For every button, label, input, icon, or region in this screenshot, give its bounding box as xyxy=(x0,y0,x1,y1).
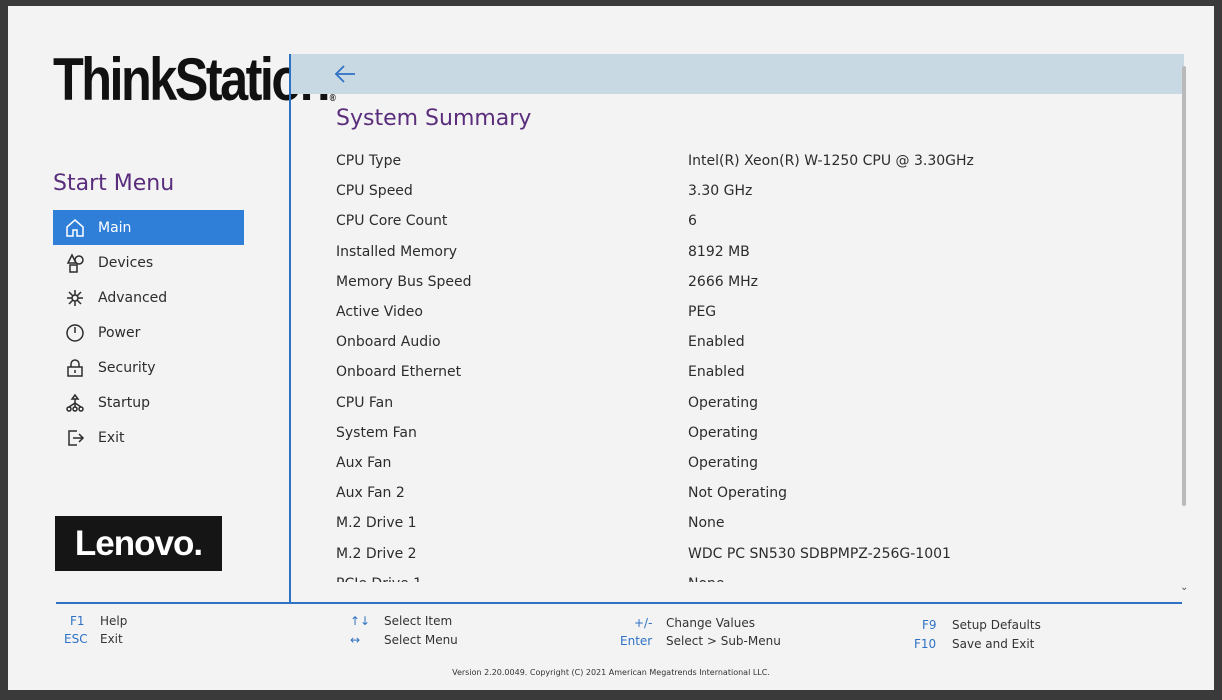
summary-row-value: Not Operating xyxy=(688,485,787,502)
summary-row-label: Memory Bus Speed xyxy=(336,273,472,290)
summary-row-value: None xyxy=(688,515,725,532)
back-arrow-icon[interactable] xyxy=(333,63,357,85)
power-icon xyxy=(63,321,87,345)
menu-item-label: Power xyxy=(98,324,141,341)
summary-row-label: PCIe Drive 1 xyxy=(336,576,688,582)
start-menu: Main Devices Advanced Power Security Sta… xyxy=(53,210,244,455)
summary-row: Installed Memory 8192 MB xyxy=(336,237,1166,267)
menu-item-advanced[interactable]: Advanced xyxy=(53,280,244,315)
summary-row-value: 6 xyxy=(688,213,697,230)
summary-row: Aux Fan Operating xyxy=(336,448,1166,478)
summary-row-label: Aux Fan 2 xyxy=(336,485,405,502)
summary-row-value: Enabled xyxy=(688,334,745,351)
summary-row-label: CPU Fan xyxy=(336,394,394,411)
lenovo-logo: Lenovo. xyxy=(55,516,222,571)
summary-row-value: WDC PC SN530 SDBPMPZ-256G-1001 xyxy=(688,545,951,562)
summary-row-label: Active Video xyxy=(336,304,423,321)
menu-item-devices[interactable]: Devices xyxy=(53,245,244,280)
vertical-divider xyxy=(289,54,291,602)
save-exit-hint: F10 Save and Exit xyxy=(914,637,1035,651)
lock-icon xyxy=(63,356,87,380)
summary-row-value: 8192 MB xyxy=(688,243,750,260)
summary-row: Onboard Audio Enabled xyxy=(336,327,1166,357)
summary-row-value: Operating xyxy=(688,424,758,441)
summary-row-label: Aux Fan xyxy=(336,454,392,471)
sub-menu-hint: Enter Select > Sub-Menu xyxy=(620,634,781,648)
startup-icon xyxy=(63,391,87,415)
menu-item-label: Main xyxy=(98,219,132,236)
summary-row-label: CPU Core Count xyxy=(336,213,448,230)
menu-item-exit[interactable]: Exit xyxy=(53,420,244,455)
scrollbar-thumb[interactable] xyxy=(1182,66,1186,506)
footer: F1 Help ESC Exit ↑↓ Select Item ↔ Select… xyxy=(8,606,1214,690)
summary-row: CPU Speed 3.30 GHz xyxy=(336,176,1166,206)
summary-row: CPU Core Count 6 xyxy=(336,206,1166,236)
summary-row-label: Onboard Ethernet xyxy=(336,364,462,381)
summary-list: CPU Type Intel(R) Xeon(R) W-1250 CPU @ 3.… xyxy=(336,146,1166,582)
summary-row-value: Operating xyxy=(688,394,758,411)
summary-row: Onboard Ethernet Enabled xyxy=(336,357,1166,387)
devices-icon xyxy=(63,251,87,275)
menu-item-label: Startup xyxy=(98,394,150,411)
summary-row: CPU Type Intel(R) Xeon(R) W-1250 CPU @ 3.… xyxy=(336,146,1166,176)
horizontal-divider xyxy=(56,602,1182,604)
home-icon xyxy=(63,216,87,240)
summary-row: M.2 Drive 2 WDC PC SN530 SDBPMPZ-256G-100… xyxy=(336,538,1166,568)
menu-item-label: Exit xyxy=(98,429,125,446)
summary-row-value: Intel(R) Xeon(R) W-1250 CPU @ 3.30GHz xyxy=(688,153,974,170)
summary-row: Active Video PEG xyxy=(336,297,1166,327)
summary-row-value: 2666 MHz xyxy=(688,273,759,290)
summary-row: PCIe Drive 1None xyxy=(336,569,1166,582)
summary-row: M.2 Drive 1 None xyxy=(336,508,1166,538)
summary-row: CPU Fan Operating xyxy=(336,388,1166,418)
summary-row-value: PEG xyxy=(688,304,717,321)
setup-defaults-hint: F9 Setup Defaults xyxy=(922,618,1041,632)
exit-icon xyxy=(63,426,87,450)
summary-row: System Fan Operating xyxy=(336,418,1166,448)
summary-row-value: None xyxy=(688,576,1166,582)
exit-hint: ESC Exit xyxy=(64,632,123,646)
menu-item-label: Security xyxy=(98,359,156,376)
menu-item-power[interactable]: Power xyxy=(53,315,244,350)
summary-row-label: CPU Speed xyxy=(336,183,413,200)
change-values-hint: +/- Change Values xyxy=(634,616,755,630)
chevron-down-icon[interactable]: ⌄ xyxy=(1180,582,1188,593)
menu-item-security[interactable]: Security xyxy=(53,350,244,385)
summary-row-label: System Fan xyxy=(336,424,417,441)
help-hint: F1 Help xyxy=(70,614,128,628)
start-menu-title: Start Menu xyxy=(53,171,175,196)
summary-row: Aux Fan 2 Not Operating xyxy=(336,478,1166,508)
page-title: System Summary xyxy=(336,106,532,131)
menu-item-startup[interactable]: Startup xyxy=(53,385,244,420)
summary-row: Memory Bus Speed 2666 MHz xyxy=(336,267,1166,297)
advanced-icon xyxy=(63,286,87,310)
summary-row-label: Installed Memory xyxy=(336,243,458,260)
summary-row-label: M.2 Drive 1 xyxy=(336,515,417,532)
version-text: Version 2.20.0049. Copyright (C) 2021 Am… xyxy=(452,668,770,677)
top-bar xyxy=(291,54,1184,94)
menu-item-label: Advanced xyxy=(98,289,168,306)
summary-row-value: 3.30 GHz xyxy=(688,183,753,200)
bios-screen: ThinkStation ® Start Menu Main Devices Ad… xyxy=(8,6,1214,690)
summary-row-value: Operating xyxy=(688,454,758,471)
menu-item-label: Devices xyxy=(98,254,154,271)
menu-item-main[interactable]: Main xyxy=(53,210,244,245)
scrollbar[interactable]: ⌄ xyxy=(1180,62,1188,593)
summary-row-label: M.2 Drive 2 xyxy=(336,545,417,562)
select-menu-hint: ↔ Select Menu xyxy=(350,633,458,647)
summary-row-label: CPU Type xyxy=(336,153,402,170)
select-item-hint: ↑↓ Select Item xyxy=(350,614,453,628)
summary-row-label: Onboard Audio xyxy=(336,334,441,351)
summary-row-value: Enabled xyxy=(688,364,745,381)
